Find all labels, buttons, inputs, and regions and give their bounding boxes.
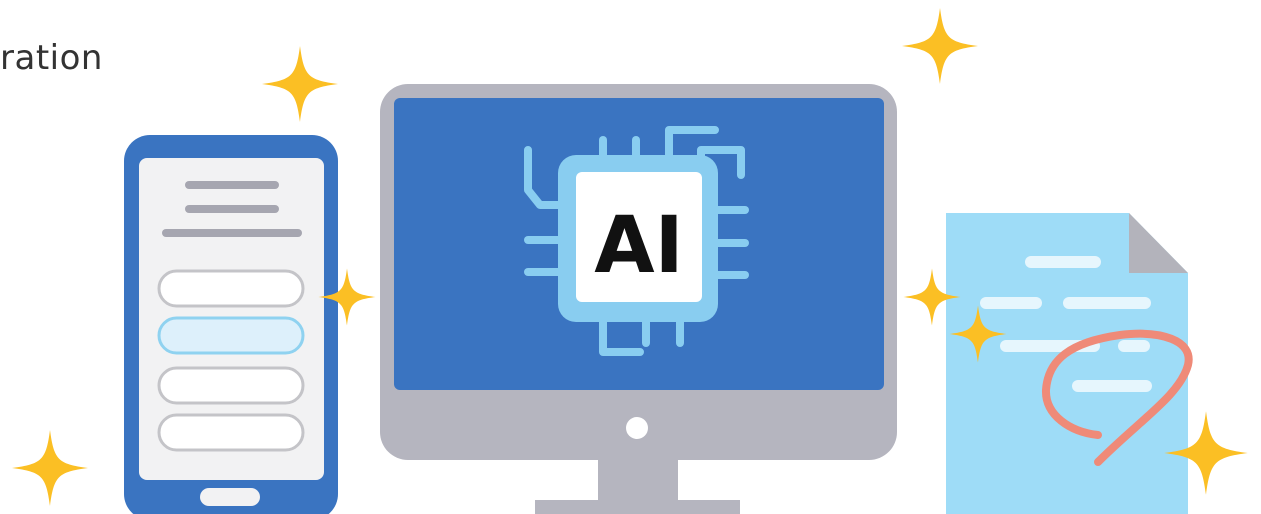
document-icon (946, 213, 1193, 514)
phone-text-line (185, 205, 279, 213)
phone-text-line (185, 181, 279, 189)
phone-home-button (200, 488, 260, 506)
smartphone-form-icon (124, 135, 338, 514)
phone-form-field (157, 366, 305, 405)
document-text-line (1072, 380, 1152, 392)
document-text-line (980, 297, 1042, 309)
sparkle-icon (262, 46, 338, 122)
document-text-line (1118, 340, 1150, 352)
monitor-power-dot (626, 417, 648, 439)
document-fold (1129, 213, 1188, 273)
phone-text-line (162, 229, 302, 237)
illustration: AI (12, 8, 1248, 514)
phone-form-field (157, 269, 305, 308)
chip-label: AI (594, 201, 683, 291)
monitor-icon: AI (380, 84, 897, 514)
phone-form-field-active (157, 316, 305, 355)
sparkle-icon (12, 430, 88, 506)
document-text-line (1025, 256, 1101, 268)
monitor-stand-base (535, 500, 740, 514)
document-text-line (1063, 297, 1151, 309)
sparkle-icon (902, 8, 978, 84)
monitor-stand-neck (598, 455, 678, 505)
phone-form-field (157, 413, 305, 452)
